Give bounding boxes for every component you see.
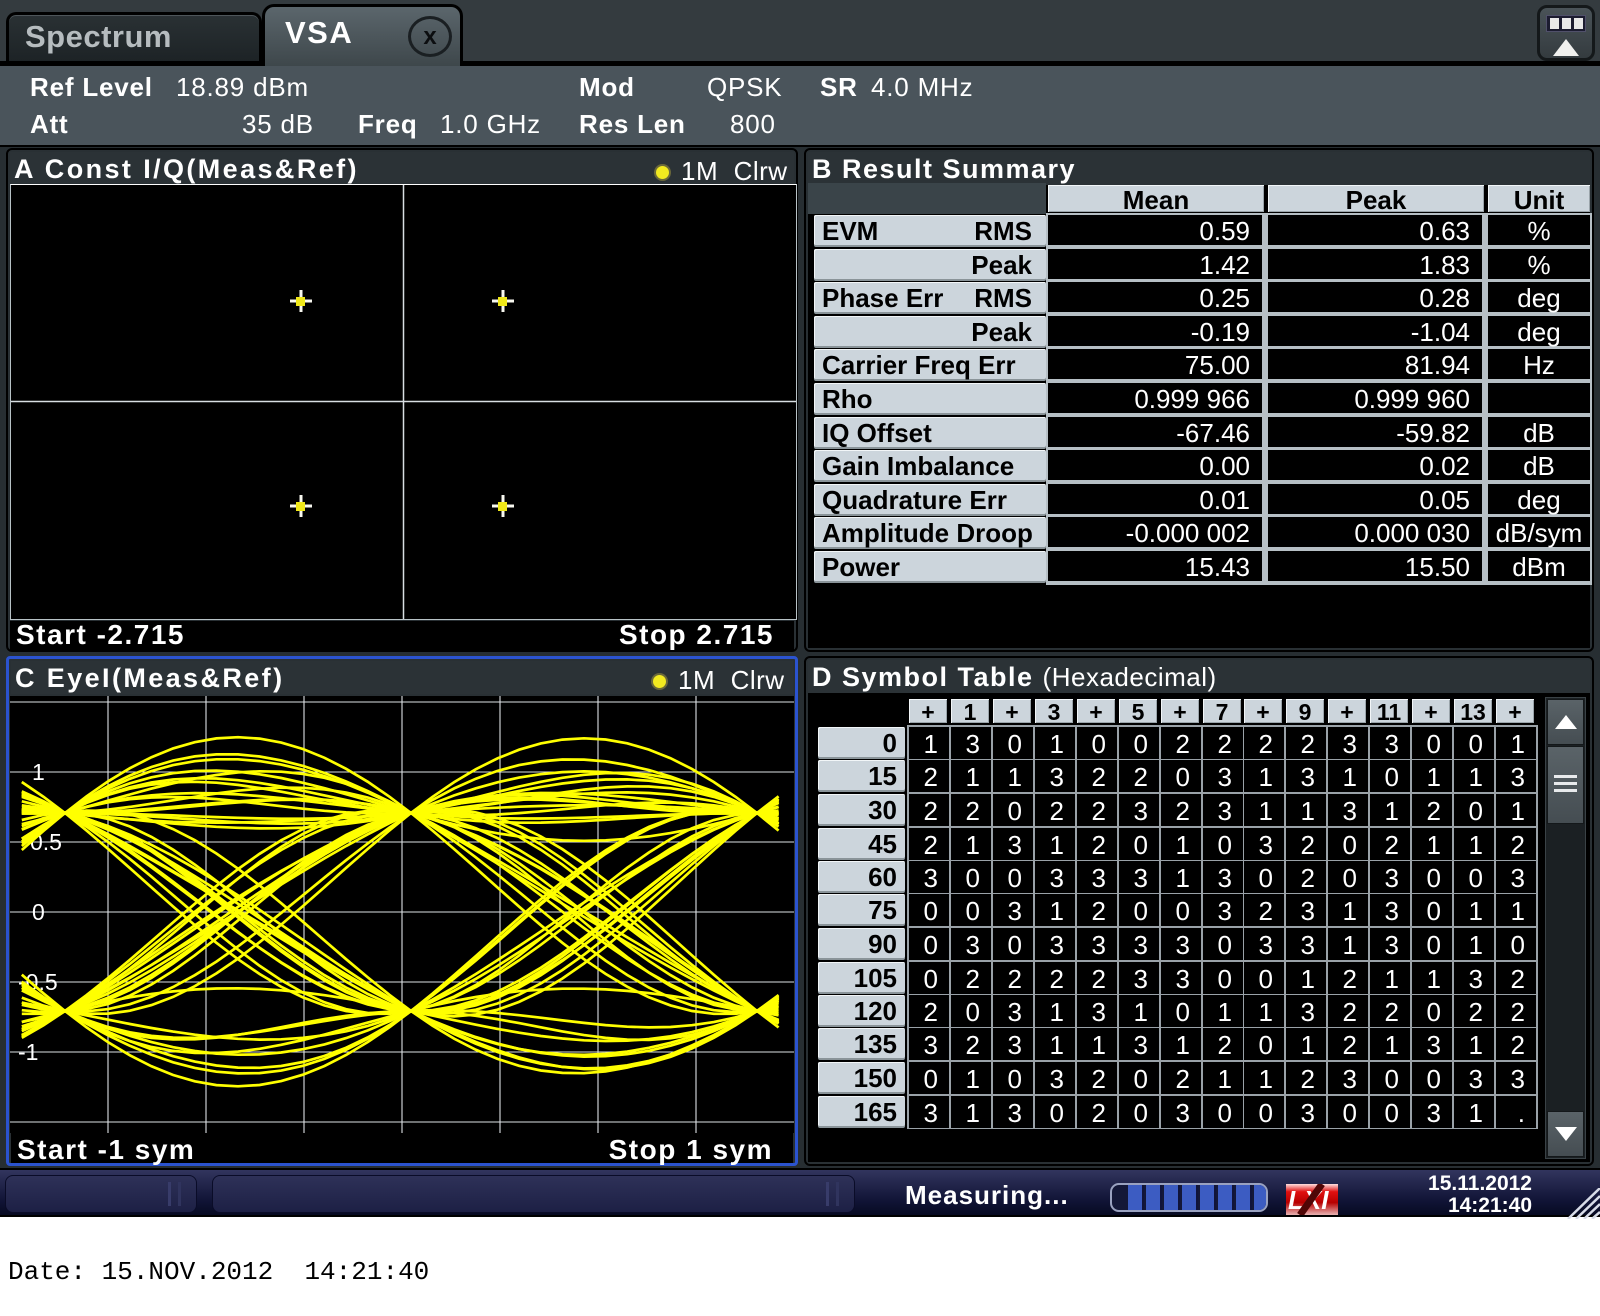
svg-text:0: 0 [32,899,45,925]
svg-text:1: 1 [32,759,45,785]
svg-text:-1: -1 [18,1039,38,1065]
